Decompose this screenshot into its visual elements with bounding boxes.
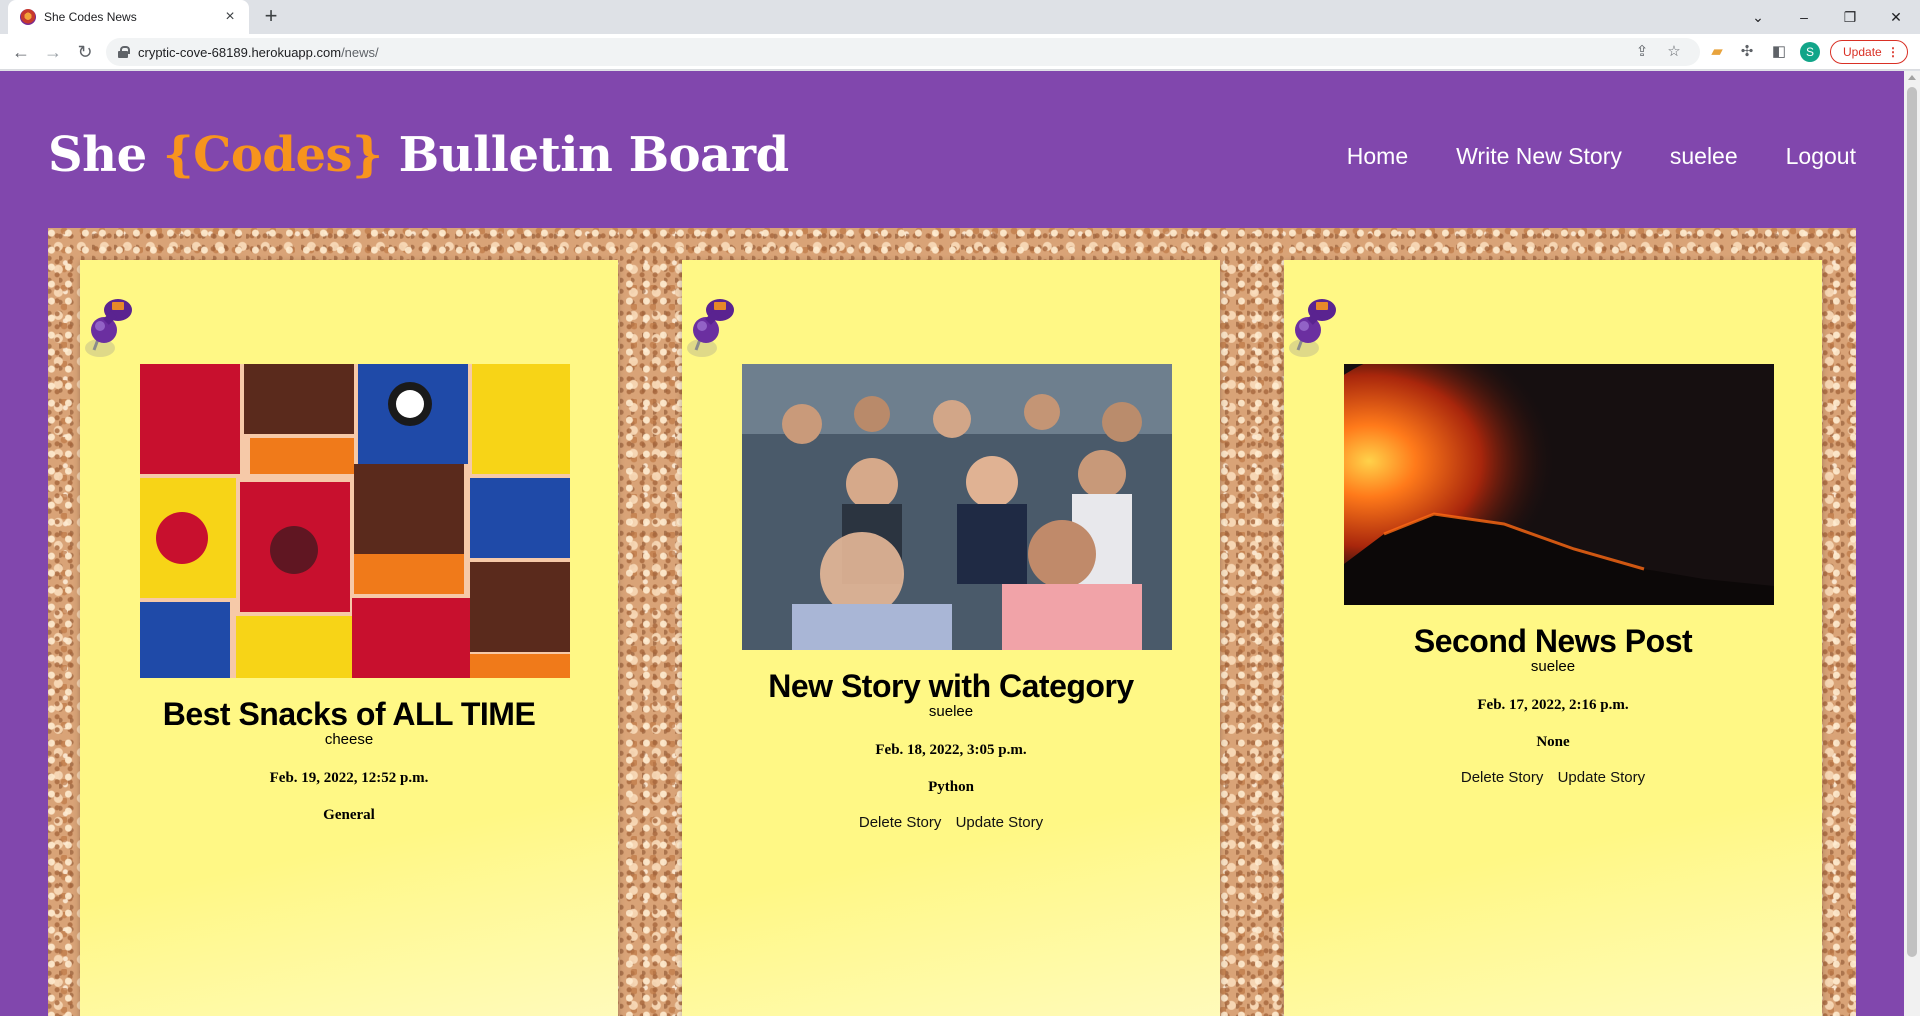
bookmark-star-icon[interactable]: ☆ xyxy=(1666,44,1682,60)
story-author: suelee xyxy=(928,703,974,720)
close-window-icon[interactable]: ✕ xyxy=(1882,4,1910,30)
story-card[interactable]: Second News Post suelee Feb. 17, 2022, 2… xyxy=(1284,260,1822,1016)
push-pin-icon xyxy=(85,299,132,357)
url-path: /news/ xyxy=(341,44,379,60)
share-icon[interactable]: ⇪ xyxy=(1634,44,1650,60)
browser-toolbar: ← → ↻ cryptic-cove-68189.herokuapp.com/n… xyxy=(0,34,1920,70)
back-icon[interactable]: ← xyxy=(9,40,33,64)
title-prefix: She xyxy=(48,127,163,183)
story-category: None xyxy=(1536,734,1570,750)
story-image-snacks xyxy=(140,364,570,678)
cork-board: Best Snacks of ALL TIME cheese Feb. 19, … xyxy=(48,228,1856,1016)
update-button[interactable]: Update ⋮ xyxy=(1830,40,1908,64)
menu-dots-icon: ⋮ xyxy=(1887,45,1899,59)
delete-story-link[interactable]: Delete Story xyxy=(859,814,942,831)
update-story-link[interactable]: Update Story xyxy=(1558,769,1646,786)
side-panel-icon[interactable]: ◧ xyxy=(1770,43,1788,61)
story-date: Feb. 17, 2022, 2:16 p.m. xyxy=(1477,697,1629,713)
close-tab-icon[interactable]: × xyxy=(221,8,239,26)
push-pin-icon xyxy=(1289,299,1336,357)
browser-tab[interactable]: She Codes News × xyxy=(8,0,249,34)
scroll-up-arrow-icon[interactable] xyxy=(1908,75,1916,80)
reload-icon[interactable]: ↻ xyxy=(73,40,97,64)
url-host: cryptic-cove-68189.herokuapp.com xyxy=(138,44,342,60)
story-image-volcano xyxy=(1344,364,1774,605)
tab-title: She Codes News xyxy=(44,10,137,24)
minimize-icon[interactable]: – xyxy=(1790,4,1818,30)
nav-home-link[interactable]: Home xyxy=(1347,143,1408,170)
story-body: New Story with Category suelee Feb. 18, … xyxy=(682,668,1220,831)
forward-icon[interactable]: → xyxy=(41,40,65,64)
site-favicon-icon xyxy=(20,9,36,25)
story-title[interactable]: Best Snacks of ALL TIME xyxy=(80,696,618,732)
address-bar[interactable]: cryptic-cove-68189.herokuapp.com/news/ ⇪… xyxy=(106,38,1700,66)
update-button-label: Update xyxy=(1843,45,1882,59)
title-suffix: Bulletin Board xyxy=(382,127,790,183)
delete-story-link[interactable]: Delete Story xyxy=(1461,769,1544,786)
story-card[interactable]: New Story with Category suelee Feb. 18, … xyxy=(682,260,1220,1016)
story-actions: Delete Story Update Story xyxy=(682,814,1220,831)
story-actions: Delete Story Update Story xyxy=(1284,769,1822,786)
new-tab-icon[interactable]: + xyxy=(259,5,283,29)
update-story-link[interactable]: Update Story xyxy=(956,814,1044,831)
profile-avatar[interactable]: S xyxy=(1800,42,1820,62)
story-author: cheese xyxy=(324,731,374,748)
browser-tab-strip: She Codes News × + ⌄ – ❐ ✕ xyxy=(0,0,1920,34)
story-body: Best Snacks of ALL TIME cheese Feb. 19, … xyxy=(80,696,618,824)
extension-notes-icon[interactable]: ▰ xyxy=(1708,43,1726,61)
restore-icon[interactable]: ❐ xyxy=(1836,4,1864,30)
story-author: suelee xyxy=(1530,658,1576,675)
story-date: Feb. 18, 2022, 3:05 p.m. xyxy=(875,742,1027,758)
title-accent: {Codes} xyxy=(162,127,383,183)
story-category: General xyxy=(323,807,375,823)
story-title[interactable]: New Story with Category xyxy=(682,668,1220,704)
nav-logout-link[interactable]: Logout xyxy=(1786,143,1856,170)
story-title[interactable]: Second News Post xyxy=(1284,623,1822,659)
story-card[interactable]: Best Snacks of ALL TIME cheese Feb. 19, … xyxy=(80,260,618,1016)
lock-icon[interactable] xyxy=(118,46,130,58)
story-date: Feb. 19, 2022, 12:52 p.m. xyxy=(269,770,429,786)
story-image-audience xyxy=(742,364,1172,650)
nav-user-link[interactable]: suelee xyxy=(1670,143,1738,170)
tab-search-icon[interactable]: ⌄ xyxy=(1744,4,1772,30)
page-viewport: She {Codes} Bulletin Board Home Write Ne… xyxy=(0,71,1904,1016)
story-body: Second News Post suelee Feb. 17, 2022, 2… xyxy=(1284,623,1822,786)
nav-write-story-link[interactable]: Write New Story xyxy=(1456,143,1622,170)
main-nav: Home Write New Story suelee Logout xyxy=(1347,143,1904,170)
site-title[interactable]: She {Codes} Bulletin Board xyxy=(48,127,789,183)
scroll-thumb[interactable] xyxy=(1907,87,1917,957)
extensions-puzzle-icon[interactable]: ✣ xyxy=(1738,43,1756,61)
page-scrollbar[interactable] xyxy=(1904,71,1920,1016)
push-pin-icon xyxy=(687,299,734,357)
story-category: Python xyxy=(928,779,974,795)
